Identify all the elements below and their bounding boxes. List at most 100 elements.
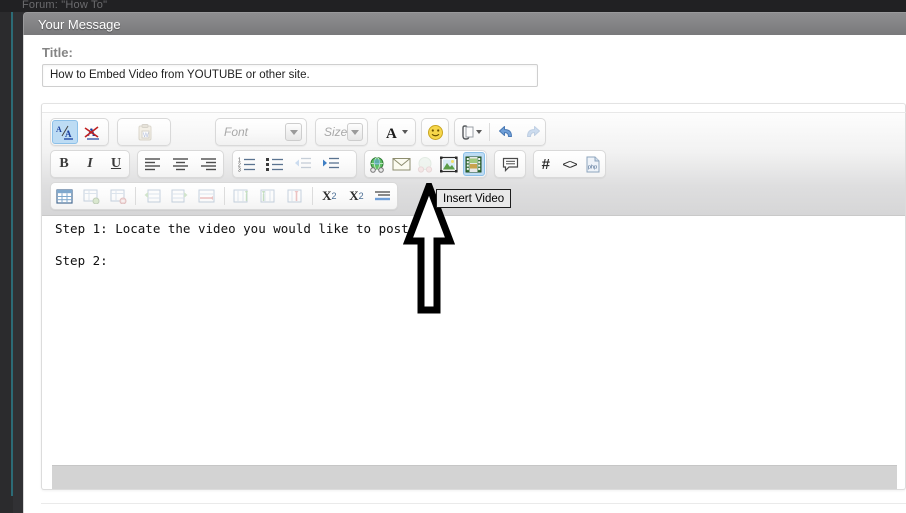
insert-image-button[interactable] xyxy=(438,152,460,176)
align-left-button[interactable] xyxy=(139,152,165,176)
align-center-icon xyxy=(172,158,188,171)
toolbar-group-spellcheck: A A A xyxy=(50,118,109,146)
spellcheck-icon: A A xyxy=(56,125,73,140)
insert-quote-button[interactable] xyxy=(496,152,524,176)
toolbar-row-1: A A A xyxy=(42,117,905,149)
insert-code-button[interactable]: <> xyxy=(559,152,581,176)
table-icon xyxy=(56,188,73,204)
horizontal-rule-button[interactable] xyxy=(371,184,396,208)
insert-video-button[interactable] xyxy=(462,152,485,176)
bullet-list-button[interactable] xyxy=(262,152,288,176)
ordered-list-icon: 1 2 3 xyxy=(238,157,255,172)
toolbar-divider xyxy=(311,187,313,205)
delete-row-button[interactable] xyxy=(194,184,219,208)
table-properties-button[interactable] xyxy=(79,184,104,208)
row-after-icon xyxy=(171,189,188,202)
remove-format-button[interactable]: A xyxy=(80,120,106,144)
insert-php-button[interactable]: php xyxy=(582,152,604,176)
font-color-button[interactable]: A xyxy=(379,120,414,144)
toolbar-group-paste: W xyxy=(117,118,171,146)
insert-email-button[interactable] xyxy=(390,152,412,176)
insert-hash-button[interactable]: # xyxy=(535,152,557,176)
delete-column-button[interactable] xyxy=(283,184,308,208)
bold-button[interactable]: B xyxy=(52,152,76,176)
emoticon-button[interactable] xyxy=(423,120,447,144)
paste-from-word-button[interactable]: W xyxy=(132,120,158,144)
title-field-label: Title: xyxy=(42,45,73,60)
top-dark-bar xyxy=(0,0,906,12)
italic-label: I xyxy=(87,156,93,171)
outdent-button[interactable] xyxy=(290,152,316,176)
php-label: php xyxy=(588,164,597,170)
font-color-icon: A xyxy=(386,126,397,140)
underline-label: U xyxy=(110,156,122,171)
remove-link-button[interactable] xyxy=(414,152,436,176)
outdent-icon xyxy=(295,157,311,169)
svg-text:W: W xyxy=(143,133,149,139)
indent-button[interactable] xyxy=(318,152,344,176)
svg-text:A: A xyxy=(56,125,62,134)
spellcheck-toggle-button[interactable]: A A xyxy=(52,120,78,144)
code-label: <> xyxy=(562,156,577,172)
editor-status-bar xyxy=(52,465,897,489)
indent-icon xyxy=(323,157,339,169)
align-center-button[interactable] xyxy=(167,152,193,176)
italic-button[interactable]: I xyxy=(78,152,102,176)
font-family-dropdown[interactable]: Font xyxy=(215,118,307,146)
toolbar-group-media xyxy=(364,150,487,178)
toolbar-group-table: X2 X2 xyxy=(50,182,398,210)
toolbar-row-2: B I U 1 2 3 # <> php xyxy=(42,149,905,181)
chevron-down-icon xyxy=(285,123,302,141)
numbered-list-button[interactable]: 1 2 3 xyxy=(234,152,260,176)
page-title: Your Message xyxy=(38,17,121,32)
picture-icon xyxy=(440,156,459,172)
tooltip-insert-video: Insert Video xyxy=(436,189,512,208)
insert-column-button[interactable] xyxy=(229,184,254,208)
redo-arrow-icon xyxy=(526,126,540,137)
film-strip-icon xyxy=(465,156,482,172)
toolbar-divider xyxy=(489,123,491,141)
toolbar-group-quote xyxy=(494,150,526,178)
globe-faded-icon xyxy=(418,156,433,173)
redo-button[interactable] xyxy=(520,120,544,144)
message-panel-header: Your Message xyxy=(23,12,906,35)
svg-text:3: 3 xyxy=(238,167,241,172)
table-props-icon xyxy=(83,189,100,204)
tooltip-text: Insert Video xyxy=(443,192,505,205)
toolbar-divider xyxy=(135,187,137,205)
toolbar-group-code: # <> php xyxy=(533,150,606,178)
toolbar-group-align xyxy=(137,150,224,178)
title-input[interactable]: How to Embed Video from YOUTUBE or other… xyxy=(42,64,538,87)
font-family-value: Font xyxy=(224,125,249,139)
toolbar-group-fontcolor: A xyxy=(377,118,416,146)
hash-label: # xyxy=(541,155,550,173)
superscript-button[interactable]: X2 xyxy=(344,184,369,208)
smiley-icon xyxy=(427,124,443,140)
font-size-dropdown[interactable]: Size xyxy=(315,118,368,146)
accent-stripe xyxy=(11,0,13,496)
subscript-button[interactable]: X2 xyxy=(317,184,342,208)
hrule-icon xyxy=(375,190,391,200)
col-insert-icon xyxy=(233,189,248,202)
superscript-label: X xyxy=(349,188,359,203)
attachment-button[interactable] xyxy=(456,120,485,144)
speech-bubble-icon xyxy=(502,157,518,172)
insert-row-after-button[interactable] xyxy=(167,184,192,208)
col-after-icon xyxy=(260,189,275,202)
remove-format-icon: A xyxy=(84,125,99,140)
insert-table-button[interactable] xyxy=(52,184,77,208)
globe-icon xyxy=(370,156,384,173)
undo-button[interactable] xyxy=(494,120,518,144)
editor-line-1: Step 1: Locate the video you would like … xyxy=(55,221,417,236)
editor-content-area[interactable]: Step 1: Locate the video you would like … xyxy=(42,217,905,465)
toolbar-group-attach-undo xyxy=(454,118,546,146)
unordered-list-icon xyxy=(266,157,283,171)
insert-row-button[interactable] xyxy=(140,184,165,208)
delete-table-button[interactable] xyxy=(106,184,131,208)
insert-link-button[interactable] xyxy=(366,152,388,176)
align-right-button[interactable] xyxy=(195,152,221,176)
insert-column-after-button[interactable] xyxy=(256,184,281,208)
row-insert-icon xyxy=(144,189,161,202)
underline-button[interactable]: U xyxy=(104,152,128,176)
undo-arrow-icon xyxy=(498,126,512,137)
